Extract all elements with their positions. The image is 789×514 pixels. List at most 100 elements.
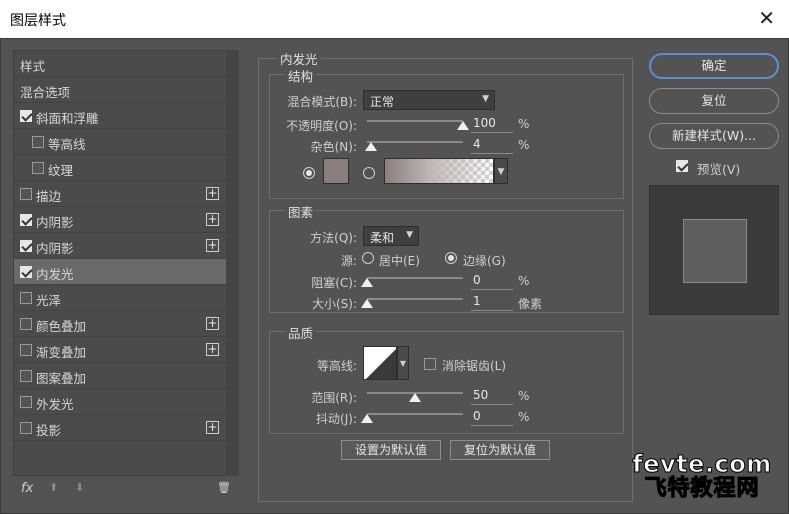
choke-unit: % [518,274,530,288]
glow-gradient-swatch[interactable] [384,158,494,184]
style-enable-checkbox[interactable] [20,240,32,252]
style-list-item-label: 内发光 [36,267,74,282]
move-up-icon[interactable]: ⬆ [49,481,58,494]
style-enable-checkbox[interactable] [20,214,32,226]
close-icon[interactable]: ✕ [758,8,775,28]
antialias-label[interactable]: 消除锯齿(L) [442,357,506,374]
size-slider[interactable] [367,298,463,300]
contour-picker[interactable] [363,346,397,380]
structure-title: 结构 [285,66,317,85]
antialias-checkbox[interactable] [424,358,436,370]
style-enable-checkbox[interactable] [20,344,32,356]
style-list-item[interactable]: 渐变叠加 + [14,337,226,363]
source-center-label[interactable]: 居中(E) [379,252,420,269]
style-preview [649,185,779,315]
color-radio[interactable] [303,167,315,179]
add-effect-icon[interactable]: + [206,421,219,434]
gradient-radio[interactable] [363,167,375,179]
add-effect-icon[interactable]: + [206,343,219,356]
style-enable-checkbox[interactable] [20,318,32,330]
style-list-item-label: 纹理 [48,163,74,178]
source-edge-radio[interactable] [445,252,457,264]
source-label: 源: [340,254,357,268]
style-list-item[interactable]: 纹理 [14,155,226,181]
opacity-input[interactable]: 100 [471,115,513,133]
watermark: fevte.com 飞特教程网 [622,450,782,502]
style-enable-checkbox[interactable] [32,136,44,148]
style-list-item[interactable]: 内阴影 + [14,233,226,259]
style-list-item[interactable]: 外发光 [14,389,226,415]
move-down-icon[interactable]: ⬇ [75,481,84,494]
add-effect-icon[interactable]: + [206,317,219,330]
add-effect-icon[interactable]: + [206,213,219,226]
style-list-item[interactable]: 内阴影 + [14,207,226,233]
watermark-line1: fevte.com [632,450,772,478]
style-list-item-label: 内阴影 [36,215,74,230]
style-list-scrollbar[interactable] [226,50,239,476]
size-unit: 像素 [518,297,543,311]
new-style-button[interactable]: 新建样式(W)... [649,123,779,149]
noise-input[interactable]: 4 [471,136,513,154]
reset-default-button[interactable]: 复位为默认值 [450,440,550,460]
jitter-label: 抖动(J): [316,412,357,426]
style-enable-checkbox[interactable] [20,110,32,122]
style-enable-checkbox[interactable] [20,188,32,200]
add-effect-icon[interactable]: + [206,187,219,200]
style-enable-checkbox[interactable] [20,422,32,434]
preview-square [683,219,747,283]
watermark-line2: 飞特教程网 [644,476,760,502]
style-list-item[interactable]: 颜色叠加 + [14,311,226,337]
size-input[interactable]: 1 [471,293,513,311]
dialog-body: 样式 混合选项 斜面和浮雕 等高线 纹理 描边 + 内阴影 + 内阴影 + 内发光 光泽 颜色叠加 + 渐变叠… [0,38,789,514]
opacity-slider[interactable] [367,120,463,122]
range-slider-thumb[interactable] [409,393,421,402]
size-slider-thumb[interactable] [361,299,373,308]
style-list-item[interactable]: 图案叠加 [14,363,226,389]
range-input[interactable]: 50 [471,387,513,405]
source-edge-label[interactable]: 边缘(G) [463,252,506,269]
range-label: 范围(R): [311,391,357,405]
style-enable-checkbox[interactable] [20,370,32,382]
chevron-down-icon: ▼ [406,230,413,240]
trash-icon[interactable]: 🗑 [217,481,231,494]
add-effect-icon[interactable]: + [206,239,219,252]
blend-mode-select[interactable]: 正常 ▼ [363,90,495,110]
style-list-item-label: 混合选项 [20,85,71,100]
ok-button[interactable]: 确定 [649,53,779,79]
style-list-item[interactable]: 斜面和浮雕 [14,103,226,129]
size-label: 大小(S): [311,297,357,311]
style-list-item[interactable]: 样式 [14,51,226,77]
jitter-slider[interactable] [367,413,463,415]
noise-slider-thumb[interactable] [364,142,377,151]
method-select[interactable]: 柔和 ▼ [363,226,419,246]
opacity-slider-thumb[interactable] [457,121,469,130]
preview-checkbox[interactable] [676,160,688,172]
style-list-item[interactable]: 内发光 [14,259,226,285]
style-list-item[interactable]: 投影 + [14,415,226,441]
style-list-item-label: 颜色叠加 [36,319,87,334]
style-list-item[interactable]: 等高线 [14,129,226,155]
style-enable-checkbox[interactable] [20,396,32,408]
glow-color-swatch[interactable] [323,158,349,184]
noise-unit: % [518,138,530,152]
make-default-button[interactable]: 设置为默认值 [341,440,441,460]
choke-slider[interactable] [367,277,463,279]
style-list-item[interactable]: 描边 + [14,181,226,207]
jitter-input[interactable]: 0 [471,408,513,426]
reset-button[interactable]: 复位 [649,88,779,114]
method-value: 柔和 [370,231,395,245]
noise-slider[interactable] [367,141,463,143]
style-list-item[interactable]: 光泽 [14,285,226,311]
style-enable-checkbox[interactable] [20,266,32,278]
preview-label[interactable]: 预览(V) [697,159,740,178]
jitter-slider-thumb[interactable] [361,414,373,423]
fx-icon[interactable]: fx [21,481,33,496]
choke-slider-thumb[interactable] [361,278,373,287]
style-enable-checkbox[interactable] [32,162,44,174]
contour-dropdown-icon[interactable]: ▼ [397,346,409,380]
style-enable-checkbox[interactable] [20,292,32,304]
style-list-item[interactable]: 混合选项 [14,77,226,103]
choke-input[interactable]: 0 [471,272,513,290]
source-center-radio[interactable] [362,252,374,264]
gradient-dropdown-icon[interactable]: ▼ [494,158,508,184]
